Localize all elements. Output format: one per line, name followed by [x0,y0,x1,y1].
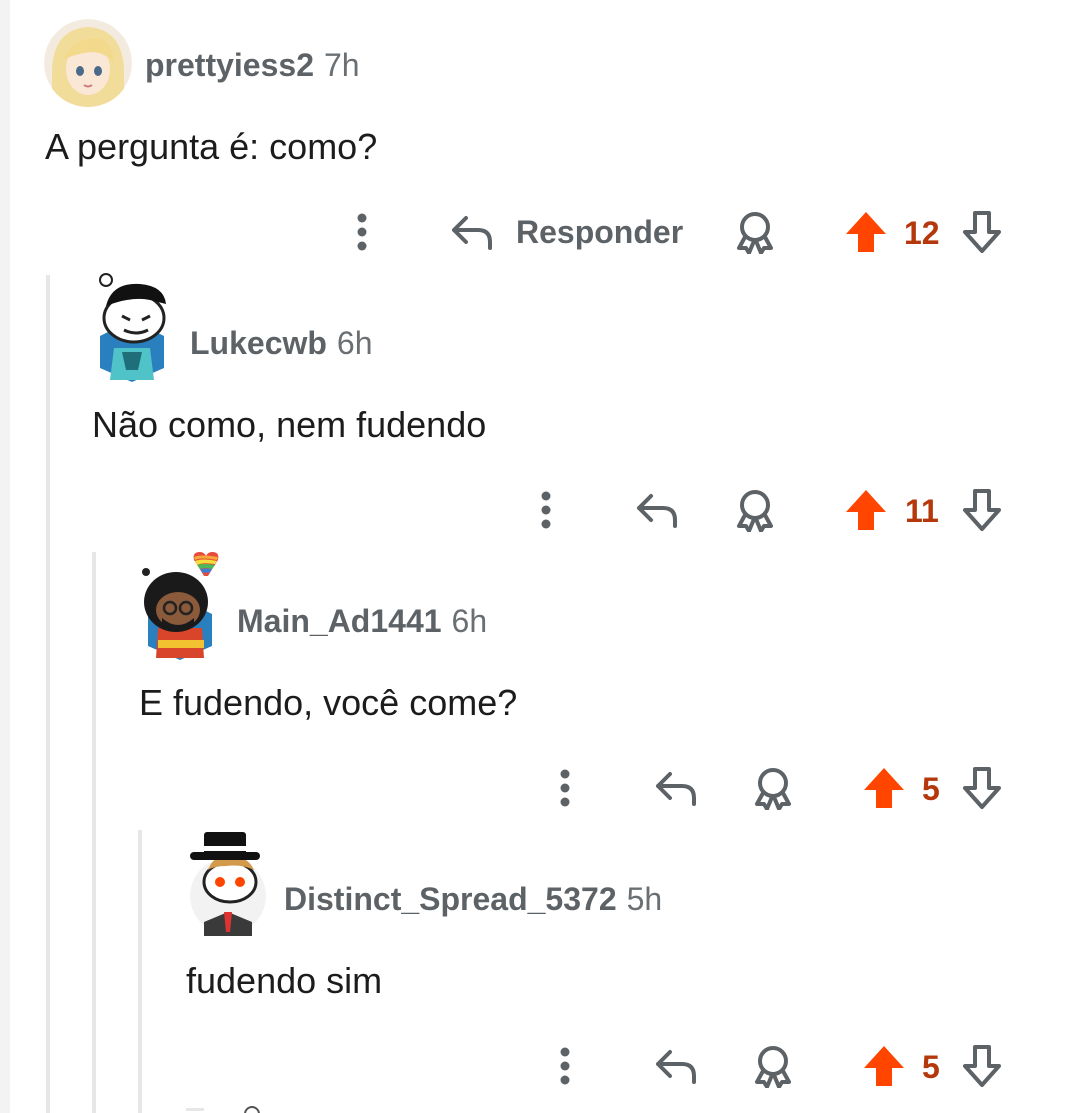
upvote-button[interactable] [860,763,908,813]
reply-button[interactable]: Responder [450,207,690,257]
vote-score: 12 [904,215,940,251]
downvote-button[interactable] [958,763,1006,813]
author-main-ad1441[interactable]: Main_Ad1441 6h [237,603,487,640]
thread-line-level-2[interactable] [92,552,96,1113]
thread-line-level-1[interactable] [46,275,50,1113]
more-options-button[interactable] [526,485,566,535]
downvote-button[interactable] [958,207,1006,257]
avatar-prettyiess2[interactable] [44,19,132,107]
upvote-arrow-icon [864,768,904,808]
timestamp: 6h [451,603,488,639]
comment-body: fudendo sim [186,960,383,1001]
upvote-button[interactable] [860,1041,908,1091]
author-prettyiess2[interactable]: prettyiess2 7h [145,47,360,84]
award-button[interactable] [748,763,798,813]
comment-body: A pergunta é: como? [45,126,378,167]
timestamp: 5h [626,881,663,917]
author-distinct-spread-5372[interactable]: Distinct_Spread_5372 5h [284,881,662,918]
avatar-main-ad1441[interactable] [138,548,224,660]
downvote-arrow-icon [963,1045,1001,1087]
more-vertical-icon [560,769,570,807]
upvote-button[interactable] [842,485,890,535]
author-name[interactable]: Main_Ad1441 [237,603,442,639]
more-vertical-icon [560,1047,570,1085]
vote-score: 5 [922,1049,940,1085]
reply-arrow-icon [452,216,492,250]
vote-score: 5 [922,771,940,807]
left-edge-strip [0,0,10,1113]
upvote-button[interactable] [842,207,890,257]
award-icon [737,212,773,254]
comment-body: Não como, nem fudendo [92,404,487,445]
author-name[interactable]: Distinct_Spread_5372 [284,881,617,917]
reply-button[interactable] [651,1041,701,1091]
avatar-distinct-spread-5372[interactable] [186,826,270,938]
award-button[interactable] [748,1041,798,1091]
timestamp: 6h [336,325,373,361]
award-icon [737,490,773,532]
more-options-button[interactable] [342,207,382,257]
next-reply-peek [186,1106,266,1113]
downvote-button[interactable] [958,1041,1006,1091]
author-name[interactable]: Lukecwb [190,325,327,361]
reply-arrow-icon [637,494,677,528]
award-button[interactable] [730,485,780,535]
downvote-arrow-icon [963,489,1001,531]
reply-label: Responder [516,213,684,250]
vote-score: 11 [905,493,939,529]
reply-button[interactable] [632,485,682,535]
thread-line-level-3[interactable] [138,830,142,1113]
reply-arrow-icon [656,772,696,806]
downvote-arrow-icon [963,767,1001,809]
upvote-arrow-icon [864,1046,904,1086]
downvote-arrow-icon [963,211,1001,253]
award-icon [755,1046,791,1088]
author-name[interactable]: prettyiess2 [145,47,314,83]
award-button[interactable] [730,207,780,257]
comment-body: E fudendo, você come? [139,682,518,723]
downvote-button[interactable] [958,485,1006,535]
more-options-button[interactable] [545,763,585,813]
more-vertical-icon [357,213,367,251]
award-icon [755,768,791,810]
more-options-button[interactable] [545,1041,585,1091]
upvote-arrow-icon [846,490,886,530]
timestamp: 7h [323,47,360,83]
more-vertical-icon [541,491,551,529]
upvote-arrow-icon [846,212,886,252]
avatar-lukecwb[interactable] [92,270,172,382]
author-lukecwb[interactable]: Lukecwb 6h [190,325,373,362]
reply-button[interactable] [651,763,701,813]
reply-arrow-icon [656,1050,696,1084]
